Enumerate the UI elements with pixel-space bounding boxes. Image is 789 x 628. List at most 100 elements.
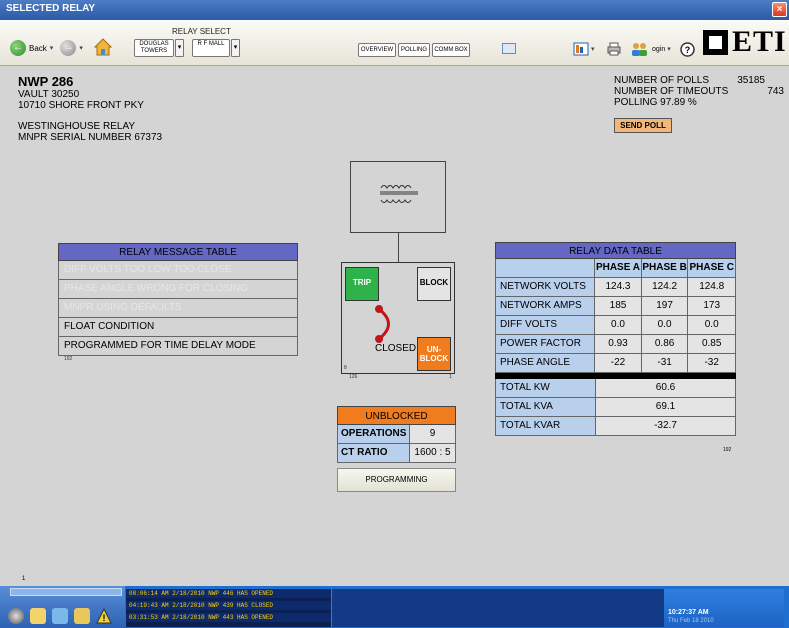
table-row: NETWORK AMPS 185 197 173 [495,297,736,316]
notes-icon[interactable] [74,608,90,624]
home-icon[interactable] [94,38,112,56]
relay-select-rf-mall[interactable]: R F MALL [192,39,230,57]
total-label: TOTAL KVA [496,398,596,416]
relay-select-label: RELAY SELECT [172,27,231,36]
back-label: Back [29,43,47,53]
polling-percent: POLLING 97.89 % [614,97,697,108]
send-poll-button[interactable]: SEND POLL [614,118,672,133]
row-label: NETWORK AMPS [496,297,596,315]
operations-value: 9 [410,425,455,443]
programming-button[interactable]: PROGRAMMING [337,468,456,492]
close-button[interactable]: × [772,2,787,17]
event-log-item[interactable]: 08:06:14 AM 2/18/2010 NWP 446 HAS OPENED [126,589,331,598]
phase-b-value: 0.86 [641,335,689,353]
clock: 10:27:37 AM Thu Feb 18 2010 [664,589,784,627]
eti-logo: ETI [703,27,787,57]
relay-status: UNBLOCKED OPERATIONS 9 CT RATIO 1600 : 5 [337,406,456,463]
event-log-item[interactable]: 04:19:43 AM 2/18/2010 NWP 439 HAS CLOSED [126,601,331,610]
message-table-title: RELAY MESSAGE TABLE [58,243,298,261]
unblock-label-2: BLOCK [419,354,449,363]
table-row: DIFF VOLTS 0.0 0.0 0.0 [495,316,736,335]
taskbar-empty-area [331,589,664,627]
window-title-bar: SELECTED RELAY × [0,0,789,20]
event-log-item[interactable]: 03:31:53 AM 2/18/2010 NWP 443 HAS OPENED [126,613,331,622]
phase-b-header: PHASE B [641,259,689,277]
relay-control-box: TRIP BLOCK CLOSED UN- BLOCK 8 1 126 [341,262,455,380]
transformer-feed-line [398,233,399,262]
network-icon[interactable] [52,608,68,624]
phase-a-value: 185 [595,297,642,315]
svg-text:!: ! [103,613,106,623]
poll-stats: NUMBER OF POLLS 35185 NUMBER OF TIMEOUTS… [614,75,784,108]
phase-a-value: 124.3 [595,278,642,296]
print-icon[interactable] [606,41,622,57]
phase-b-value: 124.2 [641,278,689,296]
relay-corner-126: 126 [349,374,358,380]
help-icon[interactable]: ? [680,42,695,57]
chevron-down-icon: ▾ [591,46,595,53]
message-row: FLOAT CONDITION [58,318,298,337]
unblock-label-1: UN- [426,345,442,354]
serial-number: MNPR SERIAL NUMBER 67373 [18,132,163,143]
tools-icon [573,42,589,56]
phase-header-row: PHASE A PHASE B PHASE C [495,259,736,278]
back-button[interactable]: ← Back ▾ → ▾ [10,40,83,56]
toolbar: ← Back ▾ → ▾ RELAY SELECT DOUGLAS TOWERS… [0,20,789,66]
users-icon [632,43,647,56]
vault-number: VAULT 30250 [18,89,80,100]
relay-corner-8: 8 [344,365,347,371]
relay-state-label: CLOSED [375,343,417,354]
phase-a-value: -22 [595,354,642,372]
message-row: DIFF VOLTS TOO LOW TOO CLOSE [58,261,298,280]
taskbar-progress-bar [10,588,122,596]
relay-select-douglas-towers[interactable]: DOUGLAS TOWERS [134,39,174,57]
polls-label: NUMBER OF POLLS [614,75,710,86]
back-arrow-icon: ← [10,40,26,56]
timeouts-label: NUMBER OF TIMEOUTS [614,86,729,97]
chevron-down-icon[interactable]: ▾ [79,44,83,52]
disc-icon[interactable] [8,608,24,624]
login-button[interactable]: ogin ▾ [630,41,671,57]
document-icon[interactable] [30,608,46,624]
comm-box-button[interactable]: COMM BOX [432,43,470,57]
table-row: PHASE ANGLE -22 -31 -32 [495,354,736,373]
data-table-title: RELAY DATA TABLE [495,242,736,259]
tray-icons: ! [8,608,112,624]
row-label: PHASE ANGLE [496,354,596,372]
table-row: NETWORK VOLTS 124.3 124.2 124.8 [495,278,736,297]
block-button[interactable]: BLOCK [417,267,451,301]
message-row: MNPR USING DEFAULTS [58,299,298,318]
taskbar-left: ! [0,586,125,628]
phase-b-value: -31 [641,354,689,372]
relay-1-dropdown[interactable]: ▾ [175,39,184,57]
clock-date: Thu Feb 18 2010 [668,618,714,624]
message-row: PHASE ANGLE WRONG FOR CLOSING [58,280,298,299]
vault-info: NWP 286 VAULT 30250 10710 SHORE FRONT PK… [18,74,163,144]
phase-c-value: -32 [688,354,735,372]
window-title: SELECTED RELAY [6,3,96,14]
forward-arrow-icon[interactable]: → [60,40,77,56]
chevron-down-icon[interactable]: ▾ [50,44,54,52]
phase-a-value: 0.93 [595,335,642,353]
polls-value: 35185 [737,75,765,86]
unblock-button[interactable]: UN- BLOCK [417,337,451,371]
polling-button[interactable]: POLLING [398,43,430,57]
relay-message-table: RELAY MESSAGE TABLE DIFF VOLTS TOO LOW T… [58,243,298,362]
vault-name: NWP 286 [18,74,74,89]
mail-icon[interactable] [502,43,516,54]
tools-button[interactable]: ▾ [573,41,595,57]
warning-icon[interactable]: ! [96,608,112,624]
operations-label: OPERATIONS [338,425,410,443]
relay-data-table: RELAY DATA TABLE PHASE A PHASE B PHASE C… [495,242,736,436]
overview-button[interactable]: OVERVIEW [358,43,396,57]
login-label: ogin [652,45,666,53]
phase-b-value: 197 [641,297,689,315]
trip-button[interactable]: TRIP [345,267,379,301]
relay-2-dropdown[interactable]: ▾ [231,39,240,57]
vault-address: 10710 SHORE FRONT PKY [18,100,144,111]
phase-c-value: 0.85 [688,335,735,353]
phase-c-value: 0.0 [688,316,735,334]
timeouts-value: 743 [767,86,784,97]
logo-square-icon [703,29,728,55]
total-row: TOTAL KVAR -32.7 [495,417,736,436]
